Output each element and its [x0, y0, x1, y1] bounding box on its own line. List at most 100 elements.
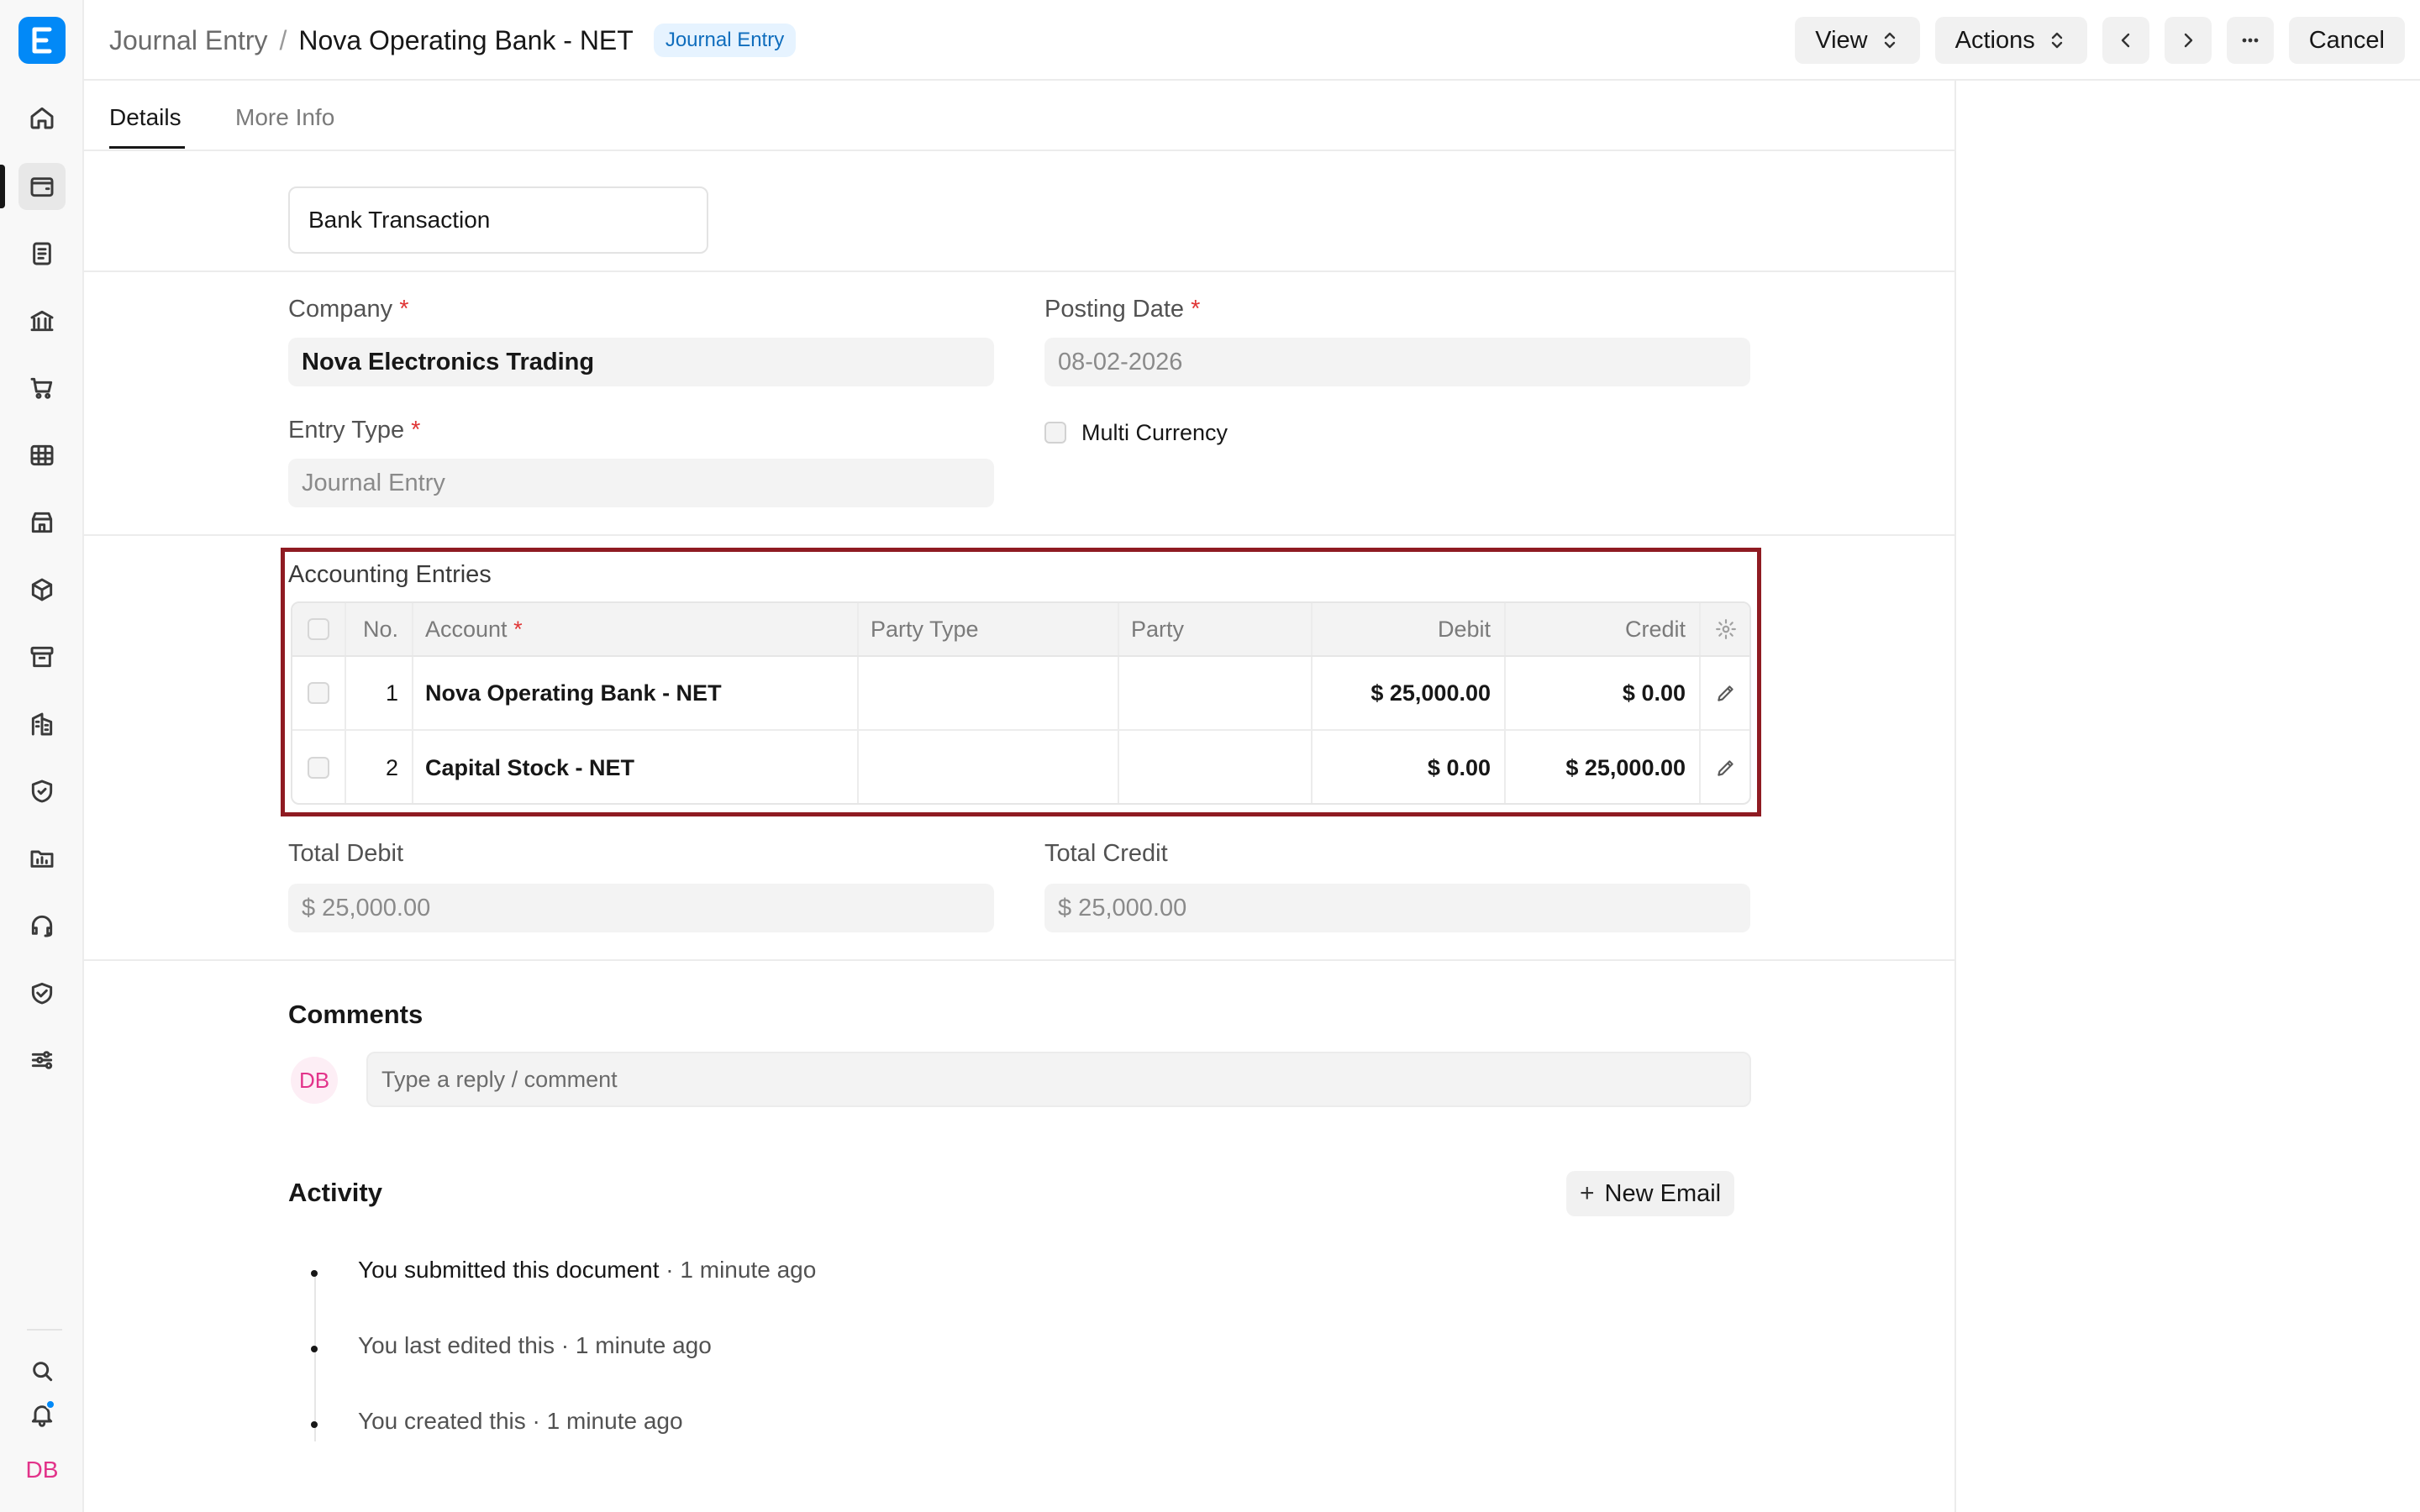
row-no: 1: [385, 680, 398, 706]
row-party[interactable]: [1118, 657, 1311, 729]
next-record-button[interactable]: [2164, 17, 2212, 64]
active-tab-underline: [109, 146, 185, 149]
wallet-icon: [30, 177, 54, 197]
sidebar-item-organization[interactable]: [18, 701, 66, 748]
activity-timeline-line: [314, 1273, 316, 1441]
row-checkbox[interactable]: [308, 682, 329, 704]
sidebar-item-buying[interactable]: [18, 365, 66, 412]
posting-date-field[interactable]: 08-02-2026: [1044, 338, 1750, 386]
previous-record-button[interactable]: [2102, 17, 2149, 64]
view-label: View: [1815, 26, 1868, 54]
sidebar-item-banking[interactable]: [18, 297, 66, 344]
sidebar-item-quality[interactable]: [18, 768, 66, 815]
ellipsis-icon: [2242, 38, 2259, 43]
accounting-entries-label: Accounting Entries: [288, 561, 492, 588]
comment-avatar: DB: [291, 1057, 338, 1104]
row-select-cell: [292, 731, 345, 803]
app-logo[interactable]: [18, 17, 66, 64]
sidebar-item-documents[interactable]: [18, 230, 66, 277]
sidebar-item-crm[interactable]: [18, 969, 66, 1016]
breadcrumb: Journal Entry / Nova Operating Bank - NE…: [109, 24, 797, 57]
home-icon: [30, 107, 54, 129]
sidebar-item-stock[interactable]: [18, 566, 66, 613]
row-credit[interactable]: $ 25,000.00: [1504, 731, 1699, 803]
select-all-cell: [292, 603, 345, 655]
section-divider: [84, 959, 1954, 961]
row-debit[interactable]: $ 0.00: [1311, 731, 1504, 803]
column-account: Account *: [425, 616, 523, 642]
table-row[interactable]: 1 Nova Operating Bank - NET $ 25,000.00 …: [292, 657, 1749, 731]
new-email-button[interactable]: + New Email: [1566, 1171, 1735, 1216]
row-checkbox[interactable]: [308, 757, 329, 779]
table-row[interactable]: 2 Capital Stock - NET $ 0.00 $ 25,000.00: [292, 731, 1749, 803]
row-edit-button[interactable]: [1699, 657, 1749, 729]
timeline-dot: [311, 1346, 318, 1352]
actions-label: Actions: [1954, 26, 2035, 54]
sidebar-panel-divider: [1954, 81, 1956, 1512]
column-settings[interactable]: [1699, 603, 1749, 655]
store-icon: [31, 512, 53, 533]
gear-icon: [1716, 619, 1736, 639]
row-account[interactable]: Capital Stock - NET: [412, 731, 857, 803]
activity-item: You submitted this document · 1 minute a…: [358, 1257, 817, 1283]
sidebar-item-support[interactable]: [18, 902, 66, 949]
row-select-cell: [292, 657, 345, 729]
row-party[interactable]: [1118, 731, 1311, 803]
row-edit-button[interactable]: [1699, 731, 1749, 803]
tab-details[interactable]: Details: [109, 104, 182, 131]
row-party-type[interactable]: [857, 731, 1118, 803]
sidebar: DB: [0, 0, 84, 1512]
headset-icon: [31, 915, 53, 937]
shopping-cart-icon: [30, 377, 53, 399]
user-avatar[interactable]: DB: [18, 1446, 66, 1494]
notifications-button[interactable]: [18, 1391, 66, 1438]
handshake-icon: [31, 982, 53, 1005]
tab-more-info[interactable]: More Info: [235, 104, 334, 131]
breadcrumb-journal-entry[interactable]: Journal Entry: [109, 25, 268, 56]
row-credit[interactable]: $ 0.00: [1504, 657, 1699, 729]
view-button[interactable]: View: [1795, 17, 1920, 64]
status-badge: Journal Entry: [653, 24, 797, 57]
sidebar-item-settings[interactable]: [18, 1037, 66, 1084]
logo-e-icon: [32, 27, 52, 54]
pencil-icon: [1718, 760, 1733, 776]
company-label: Company *: [288, 296, 409, 323]
notification-dot: [45, 1399, 55, 1410]
more-options-button[interactable]: [2226, 17, 2274, 64]
multi-currency-checkbox[interactable]: [1044, 422, 1066, 444]
select-all-checkbox[interactable]: [308, 618, 329, 640]
multi-currency-label: Multi Currency: [1081, 420, 1228, 445]
plus-icon: +: [1580, 1179, 1595, 1207]
top-bar: Journal Entry / Nova Operating Bank - NE…: [84, 0, 2420, 81]
form-tabs: Details More Info: [84, 82, 1954, 151]
column-party-type: Party Type: [871, 616, 979, 642]
cancel-button[interactable]: Cancel: [2288, 17, 2405, 64]
sidebar-item-assets[interactable]: [18, 633, 66, 680]
column-no: No.: [362, 616, 398, 642]
sidebar-item-selling[interactable]: [18, 499, 66, 546]
naming-series-field[interactable]: Bank Transaction: [288, 186, 708, 254]
sidebar-item-reports[interactable]: [18, 432, 66, 479]
comment-input[interactable]: Type a reply / comment: [366, 1052, 1751, 1107]
folder-chart-icon: [30, 850, 54, 868]
actions-button[interactable]: Actions: [1934, 17, 2087, 64]
activity-title: Activity: [288, 1178, 382, 1207]
sidebar-item-home[interactable]: [18, 94, 66, 141]
column-party: Party: [1131, 616, 1185, 642]
company-field[interactable]: Nova Electronics Trading: [288, 338, 994, 386]
row-account[interactable]: Nova Operating Bank - NET: [412, 657, 857, 729]
chevron-up-down-icon: [1884, 32, 1895, 49]
shield-icon: [31, 780, 53, 803]
sidebar-item-projects[interactable]: [18, 835, 66, 882]
package-icon: [31, 578, 53, 601]
form-content: Bank Transaction Company * Nova Electron…: [84, 151, 1954, 1512]
row-party-type[interactable]: [857, 657, 1118, 729]
sidebar-search-button[interactable]: [18, 1347, 66, 1394]
timeline-dot: [311, 1270, 318, 1277]
accounting-entries-table: No. Account * Party Type Party Debit Cre…: [291, 601, 1751, 805]
row-debit[interactable]: $ 25,000.00: [1311, 657, 1504, 729]
chevron-right-icon: [2184, 33, 2192, 48]
sidebar-item-accounting[interactable]: [18, 163, 66, 210]
total-debit-label: Total Debit: [288, 840, 404, 867]
entry-type-field[interactable]: Journal Entry: [288, 459, 994, 507]
